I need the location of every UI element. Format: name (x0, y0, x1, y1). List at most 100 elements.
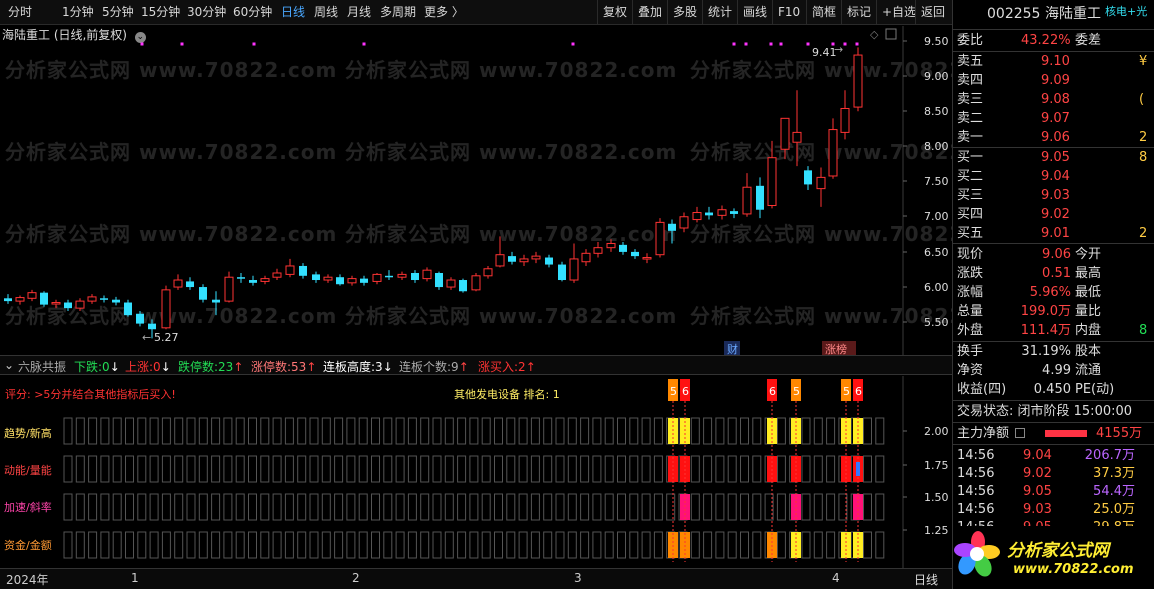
indicator-cell (75, 493, 85, 521)
candle-body-down (459, 280, 467, 292)
book-price[interactable]: 9.05 (1041, 148, 1070, 167)
weibi-row: 委比 43.22% 委差 (953, 31, 1154, 50)
book-price[interactable]: 9.02 (1041, 205, 1070, 224)
weibi-label: 委比 (957, 33, 984, 48)
indicator-cell (432, 417, 442, 445)
book-price[interactable]: 9.10 (1041, 52, 1070, 71)
indicator-cell (457, 455, 467, 483)
indicator-cell (407, 531, 417, 559)
tick-list: 14:56 9.04 206.7万 14:56 9.02 37.3万 14:56 9.05 54… (953, 446, 1154, 536)
indicator-cell (383, 455, 393, 483)
row-label-accel: 加速/斜率 (4, 500, 52, 514)
quote-label-2: 今开 (1075, 247, 1102, 262)
candle-body-up (655, 221, 665, 256)
indicator-cell (297, 493, 307, 521)
quote-row: 涨跌 0.51 最高 (953, 264, 1154, 283)
indicator-cell (174, 531, 184, 559)
candle-body-up (372, 273, 382, 282)
book-price[interactable]: 9.08 (1041, 90, 1070, 109)
tick-volume: 54.4万 (1093, 484, 1135, 499)
indicator-cell (592, 455, 602, 483)
indicator-cell (186, 455, 196, 483)
signal-dot (732, 42, 736, 46)
book-price[interactable]: 9.04 (1041, 167, 1070, 186)
time-label-apr: 4 (832, 571, 840, 585)
indicator-cell (494, 531, 503, 559)
indicator-cell (863, 531, 872, 559)
candle-body-up (347, 278, 357, 284)
indicator-name[interactable]: 六脉共振 (18, 358, 66, 375)
indicator-cell (653, 531, 663, 559)
list-icon[interactable] (1015, 428, 1025, 438)
indicator-cell (617, 455, 626, 483)
indicator-cell (703, 531, 713, 559)
indicator-cell (63, 493, 73, 521)
indicator-cell (395, 531, 405, 559)
indicator-cell (506, 455, 516, 483)
candle-body-up (87, 296, 97, 302)
indicator-cell (223, 455, 233, 483)
cai-tag: 财 (727, 342, 738, 356)
price-axis-label: 6.00 (924, 281, 949, 294)
up-count: 上涨:0↓ (125, 360, 171, 374)
candle-body-up (792, 131, 802, 143)
indicator-cell (444, 493, 454, 521)
indicator-cell (752, 493, 762, 521)
book-level-label: 卖二 (957, 111, 984, 126)
indicator-cell (826, 493, 836, 521)
indicator-cell (112, 417, 122, 445)
indicator-cell (641, 417, 651, 445)
candle-body-down (299, 265, 307, 276)
quote-value-2: 8 (1139, 323, 1148, 338)
book-price[interactable]: 9.06 (1041, 128, 1070, 147)
book-level-label: 买四 (957, 207, 984, 222)
indicator-cell (334, 493, 344, 521)
row-label-momentum: 动能/量能 (4, 463, 52, 477)
indicator-cell (875, 531, 885, 559)
indicator-cell (161, 417, 171, 445)
concept-tag[interactable]: 核电+光 (1105, 2, 1147, 21)
indicator-cell (752, 417, 762, 445)
book-price[interactable]: 9.09 (1041, 71, 1070, 90)
indicator-cell (75, 455, 85, 483)
tick-price: 9.04 (1023, 448, 1052, 463)
indicator-settings-icon[interactable]: ⌄ (4, 358, 14, 372)
share-stats: 换手 31.19% 股本 净资 4.99 流通 收益(四) 0.450 PE(动) (953, 342, 1154, 400)
indicator-cell (186, 531, 196, 559)
price-axis-label: 7.50 (924, 175, 949, 188)
indicator-cell (174, 455, 184, 483)
candle-body-up (679, 216, 689, 229)
indicator-cell (826, 417, 836, 445)
candle-body-up (323, 276, 333, 281)
stats-row: 换手 31.19% 股本 (953, 342, 1154, 361)
indicator-cell (604, 493, 614, 521)
indicator-cell (260, 493, 270, 521)
candle-body-down (4, 298, 12, 302)
book-price[interactable]: 9.07 (1041, 109, 1070, 128)
indicator-cell (715, 417, 725, 445)
indicator-cell (174, 417, 184, 445)
indicator-cell (272, 455, 282, 483)
indicator-cell (518, 417, 528, 445)
indicator-cell (334, 417, 344, 445)
indicator-cell (776, 531, 786, 559)
indicator-cell (346, 455, 356, 483)
six-pulse-indicator-panel[interactable]: 2.001.751.501.25 566556 评分: >5分并结合其他指标后买… (0, 376, 952, 568)
indicator-cell (88, 417, 98, 445)
book-price[interactable]: 9.01 (1041, 224, 1070, 243)
indicator-cell (715, 493, 725, 521)
indicator-cell (813, 493, 823, 521)
candle-body-down (668, 223, 676, 231)
indicator-cell (592, 493, 602, 521)
indicator-cell (863, 455, 872, 483)
candlestick-chart[interactable]: 9.50 9.00 8.50 8.00 7.50 7.00 6.50 6.00 5.50 9.4… (0, 26, 952, 356)
indicator-cell (641, 493, 651, 521)
indicator-cell (444, 455, 454, 483)
book-price[interactable]: 9.03 (1041, 186, 1070, 205)
indicator-cell (75, 417, 85, 445)
order-book-row: 买一 9.05 8 (953, 148, 1154, 167)
price-axis-label: 6.50 (924, 246, 949, 259)
indicator-cell (494, 493, 503, 521)
quote-label: 现价 (957, 247, 984, 262)
indicator-cell (88, 493, 98, 521)
